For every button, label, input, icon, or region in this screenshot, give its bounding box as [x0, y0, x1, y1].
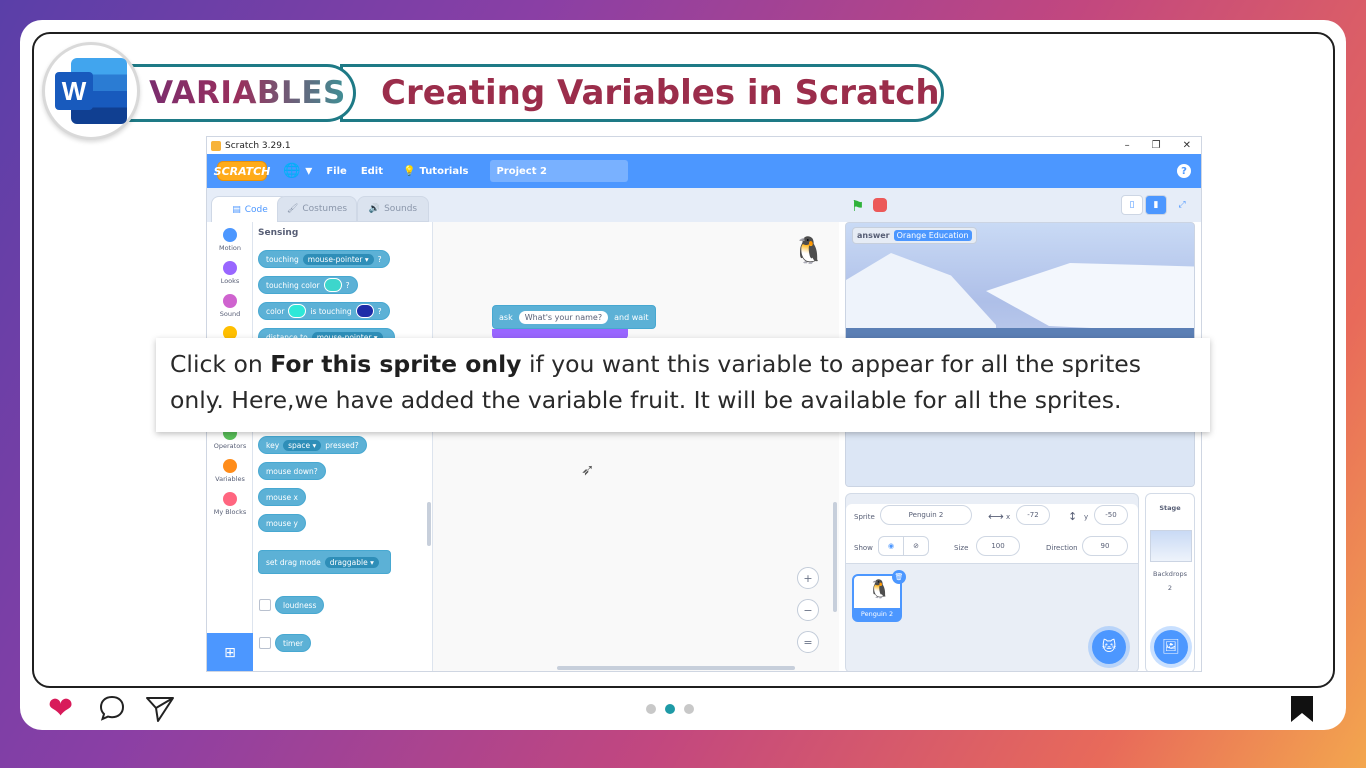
ask-and-wait-block[interactable]: ask What's your name? and wait — [492, 305, 656, 329]
vertical-arrows-icon: ↕ — [1068, 510, 1078, 523]
speaker-icon: 🔊 — [368, 204, 381, 214]
page-title: Creating Variables in Scratch — [381, 73, 940, 113]
stage-controls: ⚑ ▯ ▮ ⤢ — [839, 188, 1201, 222]
menu-edit[interactable]: Edit — [361, 166, 383, 177]
category-looks[interactable]: Looks — [207, 261, 253, 285]
timer-checkbox[interactable] — [259, 637, 271, 649]
carousel-dot[interactable] — [684, 704, 694, 714]
minimize-button[interactable]: – — [1125, 140, 1130, 151]
lightbulb-icon: 💡 — [403, 165, 416, 177]
green-flag-icon[interactable]: ⚑ — [851, 197, 864, 215]
block-loudness[interactable]: loudness — [275, 596, 325, 614]
scratch-app-icon — [211, 140, 221, 151]
show-visible-button[interactable]: ◉ — [878, 536, 904, 556]
penguin-icon: 🐧 — [868, 579, 891, 600]
horizontal-arrows-icon: ⟷ — [988, 510, 1004, 523]
help-button[interactable]: ? — [1177, 164, 1191, 178]
topic-badge-label: VARIABLES — [149, 75, 346, 111]
category-my-blocks[interactable]: My Blocks — [207, 492, 253, 516]
sprite-thumbnail[interactable]: 🐧 Penguin 2 🗑 — [852, 570, 906, 622]
small-stage-button[interactable]: ▯ — [1121, 195, 1143, 215]
send-icon[interactable] — [144, 694, 176, 724]
menu-tutorials[interactable]: Tutorials — [419, 166, 468, 177]
y-field[interactable]: -50 — [1094, 505, 1128, 525]
block-touching-color[interactable]: touching color? — [258, 276, 358, 294]
category-motion[interactable]: Motion — [207, 228, 253, 252]
zoom-reset-button[interactable]: = — [797, 631, 819, 653]
fullscreen-button[interactable]: ⤢ — [1171, 195, 1193, 215]
close-button[interactable]: ✕ — [1183, 140, 1191, 151]
sprite-info: Sprite Penguin 2 ⟷ x -72 ↕ y -50 Show ◉ … — [846, 504, 1138, 564]
direction-field[interactable]: 90 — [1082, 536, 1128, 556]
sprite-name-field[interactable]: Penguin 2 — [880, 505, 972, 525]
block-touching[interactable]: touching mouse-pointer ▾? — [258, 250, 390, 268]
category-variables[interactable]: Variables — [207, 459, 253, 483]
menu-bar: SCRATCH 🌐 ▾ File Edit 💡 Tutorials Projec… — [207, 154, 1201, 188]
palette-title: Sensing — [258, 228, 299, 238]
zoom-out-button[interactable]: − — [797, 599, 819, 621]
show-hidden-button[interactable]: ⊘ — [903, 536, 929, 556]
scratch-logo[interactable]: SCRATCH — [214, 161, 270, 181]
code-workspace[interactable]: 🐧 ask What's your name? and wait ➶ + − = — [433, 222, 839, 671]
add-sprite-button[interactable]: 🐱 — [1092, 630, 1126, 664]
answer-monitor: answer Orange Education — [852, 227, 977, 244]
block-mouse-y[interactable]: mouse y — [258, 514, 306, 532]
word-icon: W — [55, 58, 127, 124]
window-title: Scratch 3.29.1 — [225, 140, 291, 151]
backdrop-thumbnail — [1150, 530, 1192, 562]
cursor-icon: ➶ — [581, 460, 595, 479]
size-field[interactable]: 100 — [976, 536, 1020, 556]
sprite-pane: Sprite Penguin 2 ⟷ x -72 ↕ y -50 Show ◉ … — [845, 493, 1139, 671]
category-menu: Motion Looks Sound Operators Variables M… — [207, 222, 253, 671]
callout-emphasis: For this sprite only — [270, 350, 522, 378]
ask-text-input[interactable]: What's your name? — [518, 310, 609, 324]
brush-icon: 🖌 — [286, 204, 299, 214]
topic-badge: VARIABLES — [128, 64, 356, 122]
carousel-dot[interactable] — [646, 704, 656, 714]
eye-icon: ◉ — [887, 542, 895, 550]
bookmark-icon[interactable] — [1289, 695, 1315, 723]
large-stage-button[interactable]: ▮ — [1145, 195, 1167, 215]
carousel-dot-active[interactable] — [665, 704, 675, 714]
stage-selector[interactable]: Stage Backdrops 2 🖼 — [1145, 493, 1195, 671]
code-icon: ▤ — [232, 204, 241, 215]
block-mouse-x[interactable]: mouse x — [258, 488, 306, 506]
tab-costumes[interactable]: 🖌 Costumes — [277, 196, 357, 222]
heart-icon[interactable]: ❤ — [48, 694, 73, 724]
word-logo: W — [42, 42, 140, 140]
maximize-button[interactable]: ❐ — [1152, 140, 1161, 151]
zoom-in-button[interactable]: + — [797, 567, 819, 589]
editor-tabs: ▤ Code 🖌 Costumes 🔊 Sounds — [207, 188, 839, 222]
workspace-scrollbar-v[interactable] — [833, 502, 837, 612]
eye-slash-icon: ⊘ — [913, 542, 919, 550]
block-mouse-down[interactable]: mouse down? — [258, 462, 326, 480]
loudness-checkbox[interactable] — [259, 599, 271, 611]
menu-file[interactable]: File — [326, 166, 346, 177]
workspace-scrollbar-h[interactable] — [557, 666, 795, 670]
title-pill: Creating Variables in Scratch — [340, 64, 944, 122]
carousel-indicator — [646, 704, 694, 714]
category-sound[interactable]: Sound — [207, 294, 253, 318]
block-color-touching[interactable]: color is touching? — [258, 302, 390, 320]
language-menu[interactable]: 🌐 ▾ — [283, 163, 312, 179]
add-backdrop-button[interactable]: 🖼 — [1154, 630, 1188, 664]
block-timer[interactable]: timer — [275, 634, 312, 652]
x-field[interactable]: -72 — [1016, 505, 1050, 525]
tab-sounds[interactable]: 🔊 Sounds — [357, 196, 429, 222]
block-key-pressed[interactable]: key space ▾ pressed? — [258, 436, 367, 454]
comment-icon[interactable] — [98, 694, 126, 722]
stop-icon[interactable] — [873, 198, 887, 212]
block-set-drag-mode[interactable]: set drag mode draggable ▾ — [258, 550, 391, 574]
block-palette: Sensing touching mouse-pointer ▾? touchin… — [253, 222, 433, 671]
project-name-input[interactable]: Project 2 — [490, 160, 629, 182]
penguin-sprite-icon: 🐧 — [792, 236, 825, 266]
palette-scrollbar[interactable] — [427, 502, 431, 546]
delete-sprite-icon[interactable]: 🗑 — [892, 570, 906, 584]
add-extension-button[interactable]: ⊞ — [207, 633, 253, 671]
instruction-callout: Click on For this sprite only if you wan… — [156, 338, 1210, 432]
window-titlebar: Scratch 3.29.1 – ❐ ✕ — [207, 137, 1201, 154]
